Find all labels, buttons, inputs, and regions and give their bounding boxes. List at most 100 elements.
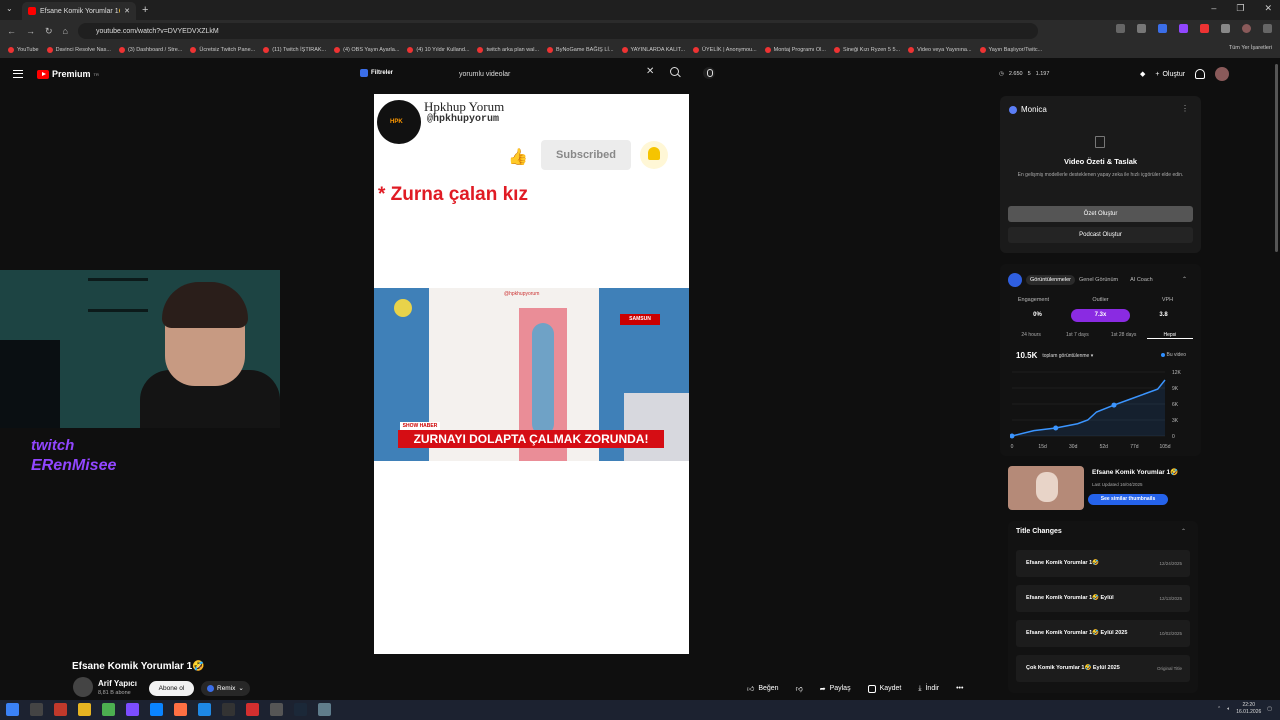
tab-views[interactable]: Görüntülenmeler [1026, 275, 1075, 285]
home-icon[interactable]: ⌂ [63, 26, 68, 37]
extension-icon[interactable] [1158, 24, 1167, 33]
bookmark-item[interactable]: (4) 10 Yıldır Kulland... [407, 47, 477, 53]
range-tab-selected[interactable]: Hepsi [1146, 332, 1193, 339]
app-icon[interactable] [270, 703, 283, 716]
bookmark-item[interactable]: Davinci Resolve Nas... [46, 47, 119, 53]
app-icon[interactable] [54, 703, 67, 716]
app-icon[interactable] [246, 703, 259, 716]
steam-icon[interactable] [294, 703, 307, 716]
youtube-logo[interactable]: Premium TR [37, 69, 99, 79]
tab-overview[interactable]: Genel Görünüm [1079, 277, 1118, 283]
more-actions-button[interactable]: ••• [951, 681, 969, 696]
video-player[interactable]: Hpkhup Yorum @hpkhupyorum 👍 Subscribed *… [374, 94, 689, 654]
page-scrollbar[interactable] [1273, 62, 1280, 700]
related-video-card[interactable]: Efsane Komik Yorumlar 1🤣 Last Updated 16… [1008, 466, 1198, 510]
browser-tab-active[interactable]: Efsane Komik Yorumlar 1🤣 ✕ [22, 2, 136, 20]
bookmark-item[interactable]: Montaj Programı Ol... [764, 47, 834, 53]
tab-search-icon[interactable]: ⌄ [6, 4, 13, 13]
like-button[interactable]: 👍︎ Beğen [742, 681, 784, 696]
range-tab[interactable]: 1st 7 days [1054, 332, 1100, 339]
download-button[interactable]: ⤓ İndir [913, 681, 945, 696]
bookmark-item[interactable]: YouTube [8, 47, 47, 53]
bookmark-item[interactable]: Yayın Başlıyor/Twitc... [979, 47, 1051, 53]
summary-button[interactable]: Özet Oluştur [1008, 206, 1193, 222]
chart-legend: Bu video [1160, 352, 1186, 358]
bookmark-item[interactable]: Ücretsiz Twitch Pane... [190, 47, 263, 53]
all-bookmarks-button[interactable]: Tüm Yer İşaretleri [1229, 45, 1272, 51]
microphone-icon[interactable] [703, 67, 715, 79]
range-tab[interactable]: 24 hours [1008, 332, 1054, 339]
data-point[interactable] [1053, 425, 1059, 431]
close-window-icon[interactable]: ✕ [1264, 3, 1272, 14]
clock[interactable]: 22:20 16.01.2026 [1236, 702, 1261, 716]
maximize-icon[interactable]: ❐ [1236, 3, 1244, 14]
notifications-icon[interactable]: ▢ [1267, 706, 1272, 712]
bookmark-item[interactable]: ÜYELİK | Anonymou... [693, 47, 765, 53]
subscribe-button[interactable]: Abone ol [149, 681, 194, 696]
avatar[interactable] [1215, 67, 1230, 81]
filters-button[interactable]: Filtreler [360, 69, 393, 77]
forward-icon[interactable]: → [26, 26, 35, 37]
extension-gem-icon[interactable]: ◆ [1140, 70, 1145, 78]
app-icon[interactable] [174, 703, 187, 716]
share-button[interactable]: ➦ Paylaş [814, 681, 856, 696]
tab-close-icon[interactable]: ✕ [124, 7, 130, 15]
task-view-icon[interactable] [30, 703, 43, 716]
bookmark-item[interactable]: YAYINLARDA KALIT... [621, 47, 694, 53]
app-icon[interactable] [222, 703, 235, 716]
bookmark-item[interactable]: (4) OBS Yayın Ayarla... [334, 47, 407, 53]
views-dropdown[interactable]: toplam görüntülenme ▾ [1042, 353, 1093, 359]
bookmark-item[interactable]: (3) Dashboard / Stre... [118, 47, 190, 53]
extension-icon[interactable] [1200, 24, 1209, 33]
collapse-icon[interactable]: ⌃ [1181, 528, 1186, 535]
data-point[interactable] [1111, 402, 1117, 408]
bookmark-item[interactable]: Video veya Yayınına... [908, 47, 979, 53]
reload-icon[interactable]: ↻ [45, 26, 53, 37]
range-tab[interactable]: 1st 28 days [1101, 332, 1147, 339]
related-date: Last Updated 16/04/2025 [1092, 482, 1143, 487]
collapse-icon[interactable]: ⌃ [1182, 276, 1187, 283]
bookmark-item[interactable]: Sineği Kızı Ryzen 5 5... [833, 47, 908, 53]
bookmark-star-icon[interactable] [1137, 24, 1146, 33]
volume-icon[interactable]: 🔈︎ [1227, 706, 1230, 712]
x-tick-label: 30d [1069, 444, 1078, 450]
clear-search-icon[interactable]: ✕ [646, 66, 654, 77]
podcast-button[interactable]: Podcast Oluştur [1008, 227, 1193, 243]
bookmark-item[interactable]: twitch arka plan wal... [477, 47, 547, 53]
app-icon[interactable] [318, 703, 331, 716]
dislike-button[interactable]: 👎︎ [790, 681, 808, 696]
similar-thumbnails-button[interactable]: See similar thumbnails [1088, 494, 1168, 505]
profile-icon[interactable] [1242, 24, 1251, 33]
extension-icon[interactable] [1179, 24, 1188, 33]
create-button[interactable]: + Oluştur [1155, 71, 1185, 78]
new-tab-icon[interactable]: + [142, 4, 148, 16]
search-icon[interactable] [669, 66, 683, 80]
search-input[interactable]: yorumlu videolar [453, 67, 661, 82]
menu-icon[interactable] [13, 70, 23, 78]
channel-name[interactable]: Arif Yapıcı [98, 679, 137, 688]
chrome-icon[interactable] [102, 703, 115, 716]
start-icon[interactable] [6, 703, 19, 716]
tray-chevron-icon[interactable]: ⌃ [1217, 706, 1221, 712]
channel-avatar[interactable] [73, 677, 93, 697]
menu-icon[interactable] [1263, 24, 1272, 33]
app-icon[interactable] [126, 703, 139, 716]
notifications-bell-icon[interactable] [1195, 69, 1206, 79]
subscribed-graphic: Subscribed [541, 140, 631, 170]
tab-ai-coach[interactable]: AI Coach [1130, 277, 1153, 283]
back-icon[interactable]: ← [7, 26, 16, 37]
downloads-icon[interactable] [1221, 24, 1230, 33]
app-icon[interactable] [150, 703, 163, 716]
bookmark-item[interactable]: ByNoGame BAĞIŞ Lİ... [547, 47, 621, 53]
url-field[interactable]: youtube.com/watch?v=DVYEDVXZLkM [78, 23, 1038, 39]
minimize-icon[interactable]: – [1211, 3, 1216, 14]
remix-button[interactable]: Remix ⌄ [201, 681, 250, 696]
metric-label: VPH [1161, 297, 1174, 303]
file-explorer-icon[interactable] [78, 703, 91, 716]
app-icon[interactable] [198, 703, 211, 716]
bookmark-item[interactable]: (11) Twitch İŞTIRAK... [263, 47, 334, 53]
data-point[interactable] [1010, 433, 1015, 439]
cast-icon[interactable] [1116, 24, 1125, 33]
save-button[interactable]: Kaydet [862, 681, 907, 696]
more-options-icon[interactable]: ⋮ [1181, 104, 1189, 113]
